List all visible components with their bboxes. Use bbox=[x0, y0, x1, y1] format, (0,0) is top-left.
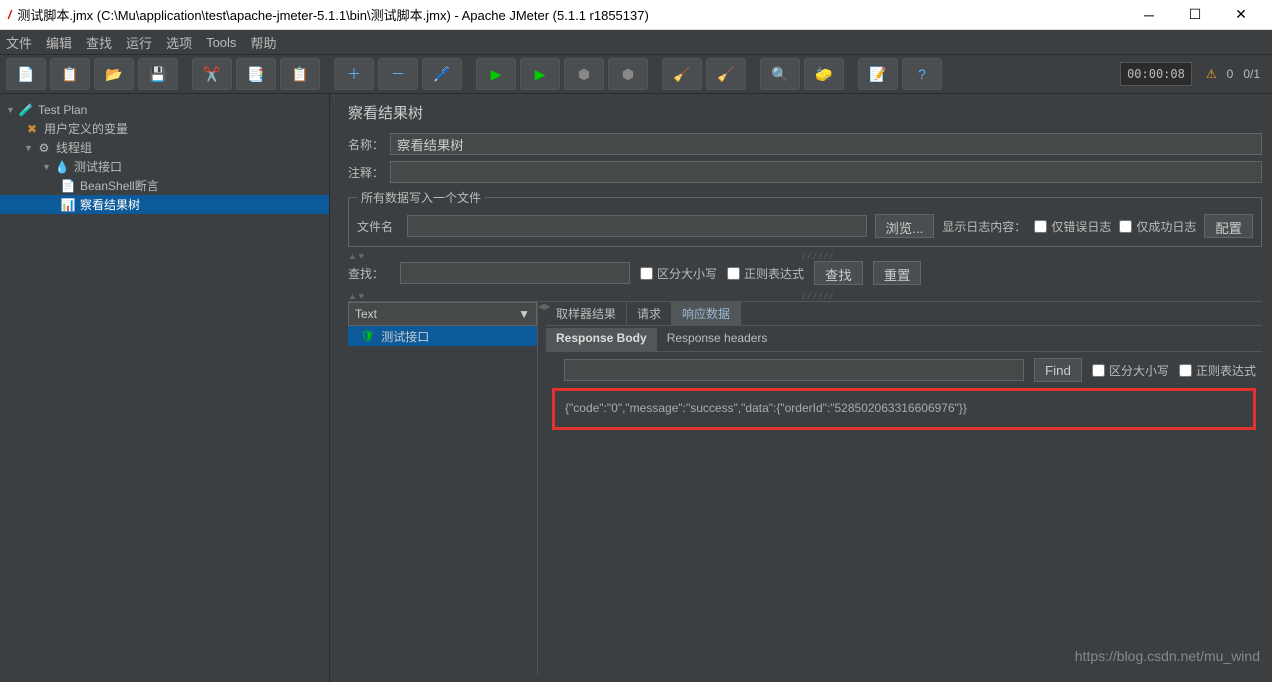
success-icon: 🛡 bbox=[360, 329, 375, 343]
templates-button[interactable]: 📋 bbox=[50, 58, 90, 90]
tree-test-api[interactable]: ▼💧测试接口 bbox=[0, 157, 329, 176]
subtab-headers[interactable]: Response headers bbox=[657, 328, 778, 351]
warn-icon: ⚠ bbox=[1206, 67, 1217, 81]
file-legend: 所有数据写入一个文件 bbox=[357, 189, 485, 206]
shutdown-button[interactable]: ⬢ bbox=[608, 58, 648, 90]
pane-splitter[interactable]: ◀▶ bbox=[538, 302, 546, 674]
show-log-label: 显示日志内容： bbox=[942, 218, 1026, 235]
watermark: https://blog.csdn.net/mu_wind bbox=[1075, 648, 1260, 664]
wand-button[interactable]: 🖊️ bbox=[422, 58, 462, 90]
remove-button[interactable]: － bbox=[378, 58, 418, 90]
sample-list[interactable]: 🛡 测试接口 bbox=[348, 326, 537, 674]
menu-search[interactable]: 查找 bbox=[86, 33, 112, 52]
sample-item[interactable]: 🛡 测试接口 bbox=[348, 326, 537, 346]
config-button[interactable]: 配置 bbox=[1204, 214, 1253, 238]
warn-count: 0 bbox=[1227, 67, 1234, 81]
file-input[interactable] bbox=[407, 215, 867, 237]
search-input[interactable] bbox=[400, 262, 630, 284]
tree-results-tree[interactable]: 📊察看结果树 bbox=[0, 195, 329, 214]
thread-count: 0/1 bbox=[1243, 67, 1260, 81]
find-input[interactable] bbox=[564, 359, 1024, 381]
reset-search-button[interactable]: 🧽 bbox=[804, 58, 844, 90]
toolbar: 📄 📋 📂 💾 ✂️ 📑 📋 ＋ － 🖊️ ▶ ▶ ⬢ ⬢ 🧹 🧹 🔍 🧽 📝 … bbox=[0, 54, 1272, 94]
paste-button[interactable]: 📋 bbox=[280, 58, 320, 90]
test-tree[interactable]: ▼🧪Test Plan ✖用户定义的变量 ▼⚙线程组 ▼💧测试接口 📄BeanS… bbox=[0, 94, 330, 682]
titlebar: / 测试脚本.jmx (C:\Mu\application\test\apach… bbox=[0, 0, 1272, 30]
response-text: {"code":"0","message":"success","data":{… bbox=[565, 401, 967, 415]
ok-only-checkbox[interactable]: 仅成功日志 bbox=[1119, 218, 1196, 235]
maximize-button[interactable]: ☐ bbox=[1172, 0, 1218, 30]
function-button[interactable]: 📝 bbox=[858, 58, 898, 90]
start-no-timers-button[interactable]: ▶ bbox=[520, 58, 560, 90]
tab-response[interactable]: 响应数据 bbox=[672, 302, 741, 325]
copy-button[interactable]: 📑 bbox=[236, 58, 276, 90]
drag-bar-1[interactable]: ▲▼////// bbox=[348, 251, 1262, 261]
tab-sampler[interactable]: 取样器结果 bbox=[546, 302, 627, 325]
minimize-button[interactable]: ─ bbox=[1126, 0, 1172, 30]
new-button[interactable]: 📄 bbox=[6, 58, 46, 90]
menu-tools[interactable]: Tools bbox=[206, 35, 236, 50]
drag-bar-2[interactable]: ▲▼////// bbox=[348, 291, 1262, 301]
editor-title: 察看结果树 bbox=[348, 102, 1262, 123]
jmeter-icon: / bbox=[8, 8, 11, 22]
renderer-dropdown[interactable]: Text▼ bbox=[348, 302, 537, 326]
tree-thread-group[interactable]: ▼⚙线程组 bbox=[0, 138, 329, 157]
search-button[interactable]: 🔍 bbox=[760, 58, 800, 90]
menu-options[interactable]: 选项 bbox=[166, 33, 192, 52]
cut-button[interactable]: ✂️ bbox=[192, 58, 232, 90]
vertical-splitter[interactable]: ⋮ bbox=[330, 94, 338, 682]
menu-file[interactable]: 文件 bbox=[6, 33, 32, 52]
response-subtabs: Response Body Response headers bbox=[546, 328, 1262, 352]
case-checkbox[interactable]: 区分大小写 bbox=[640, 265, 717, 282]
name-label: 名称： bbox=[348, 136, 390, 153]
find-button[interactable]: Find bbox=[1034, 358, 1082, 382]
menu-edit[interactable]: 编辑 bbox=[46, 33, 72, 52]
menu-run[interactable]: 运行 bbox=[126, 33, 152, 52]
start-button[interactable]: ▶ bbox=[476, 58, 516, 90]
counters: ⚠ 0 0/1 bbox=[1206, 67, 1260, 81]
search-label: 查找： bbox=[348, 265, 390, 282]
regex-checkbox[interactable]: 正则表达式 bbox=[727, 265, 804, 282]
editor: 察看结果树 名称： 注释： 所有数据写入一个文件 文件名 浏览... 显示日志内… bbox=[338, 94, 1272, 682]
close-button[interactable]: ✕ bbox=[1218, 0, 1264, 30]
open-button[interactable]: 📂 bbox=[94, 58, 134, 90]
tree-user-vars[interactable]: ✖用户定义的变量 bbox=[0, 119, 329, 138]
search-button[interactable]: 查找 bbox=[814, 261, 863, 285]
reset-button[interactable]: 重置 bbox=[873, 261, 922, 285]
comment-label: 注释： bbox=[348, 164, 390, 181]
add-button[interactable]: ＋ bbox=[334, 58, 374, 90]
find-regex-checkbox[interactable]: 正则表达式 bbox=[1179, 362, 1256, 379]
menubar: 文件 编辑 查找 运行 选项 Tools 帮助 bbox=[0, 30, 1272, 54]
name-input[interactable] bbox=[390, 133, 1262, 155]
chevron-down-icon: ▼ bbox=[518, 307, 530, 321]
err-only-checkbox[interactable]: 仅错误日志 bbox=[1034, 218, 1111, 235]
save-button[interactable]: 💾 bbox=[138, 58, 178, 90]
menu-help[interactable]: 帮助 bbox=[250, 33, 276, 52]
comment-input[interactable] bbox=[390, 161, 1262, 183]
window-title: 测试脚本.jmx (C:\Mu\application\test\apache-… bbox=[17, 5, 1126, 24]
result-tabs: 取样器结果 请求 响应数据 bbox=[546, 302, 1262, 326]
clear-button[interactable]: 🧹 bbox=[662, 58, 702, 90]
clear-all-button[interactable]: 🧹 bbox=[706, 58, 746, 90]
file-fieldset: 所有数据写入一个文件 文件名 浏览... 显示日志内容： 仅错误日志 仅成功日志… bbox=[348, 189, 1262, 247]
response-body[interactable]: {"code":"0","message":"success","data":{… bbox=[552, 388, 1256, 430]
left-pane: Text▼ 🛡 测试接口 bbox=[348, 302, 538, 674]
stop-button[interactable]: ⬢ bbox=[564, 58, 604, 90]
find-case-checkbox[interactable]: 区分大小写 bbox=[1092, 362, 1169, 379]
help-button[interactable]: ? bbox=[902, 58, 942, 90]
timer: 00:00:08 bbox=[1120, 62, 1192, 86]
file-label: 文件名 bbox=[357, 218, 399, 235]
main: ▼🧪Test Plan ✖用户定义的变量 ▼⚙线程组 ▼💧测试接口 📄BeanS… bbox=[0, 94, 1272, 682]
tree-beanshell[interactable]: 📄BeanShell断言 bbox=[0, 176, 329, 195]
browse-button[interactable]: 浏览... bbox=[875, 214, 935, 238]
subtab-body[interactable]: Response Body bbox=[546, 328, 657, 351]
tab-request[interactable]: 请求 bbox=[627, 302, 672, 325]
right-pane: 取样器结果 请求 响应数据 Response Body Response hea… bbox=[546, 302, 1262, 674]
tree-test-plan[interactable]: ▼🧪Test Plan bbox=[0, 100, 329, 119]
